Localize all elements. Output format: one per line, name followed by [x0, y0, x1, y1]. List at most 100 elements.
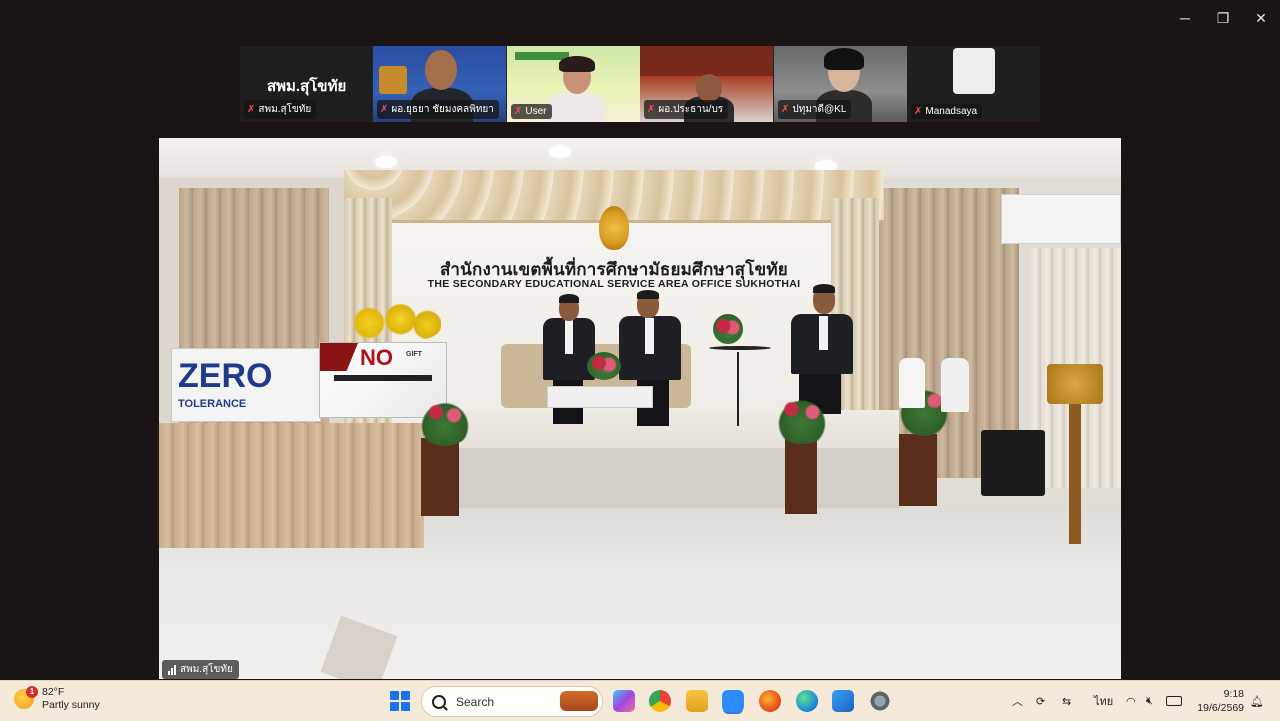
ceiling-light [549, 146, 571, 158]
banner-subtitle: GIFT [406, 351, 422, 358]
search-highlight-image [560, 691, 598, 711]
copilot-icon[interactable] [613, 690, 635, 712]
notification-bell-icon[interactable]: 🔔︎ [1250, 681, 1264, 721]
weather-text: 82°F Partly sunny [42, 686, 100, 712]
participant-label: ✗ สพม.สุโขทัย [244, 100, 317, 119]
edge-icon[interactable] [796, 690, 818, 712]
table-flowers [587, 352, 621, 380]
clock-date: 19/6/2569 [1197, 702, 1244, 714]
yellow-flowers [351, 304, 441, 342]
podium [1047, 364, 1103, 404]
weather-desc: Partly sunny [42, 699, 100, 711]
weather-widget[interactable]: 1 82°F Partly sunny [14, 686, 100, 712]
language-indicator[interactable]: ไทย [1094, 681, 1113, 721]
zero-tolerance-banner: ZERO TOLERANCE [171, 348, 321, 422]
restore-button[interactable]: ❐ [1204, 0, 1242, 36]
participant-tile[interactable]: ✗ ผอ.ประธาน/บร [640, 46, 773, 122]
battery-icon[interactable] [1166, 681, 1182, 721]
draped-table [159, 423, 424, 548]
weather-temp: 82°F [42, 686, 65, 698]
participant-face [696, 74, 722, 102]
air-conditioner [1001, 194, 1121, 244]
mic-off-icon: ✗ [514, 106, 523, 117]
video-label: สพม.สุโขทัย [162, 660, 239, 679]
participant-name: สพม.สุโขทัย [258, 104, 312, 115]
weather-icon: 1 [14, 686, 38, 709]
ceiling-light [375, 156, 397, 168]
podium-stand [1069, 404, 1081, 544]
clock[interactable]: 9:18 19/6/2569 [1197, 687, 1244, 715]
search-icon [432, 694, 446, 709]
avatar [953, 48, 995, 94]
participant-hair [824, 48, 864, 70]
flower-stand [785, 438, 817, 514]
participant-label: ✗ ผอ.ยุธยา ชัยมงคลพิทยา [377, 100, 499, 119]
chrome-icon[interactable] [649, 690, 671, 712]
window-controls: ─ ❐ ✕ [1166, 0, 1280, 36]
shelf-decoration [379, 66, 407, 94]
stage-front [459, 448, 899, 508]
flower-stand [421, 438, 459, 516]
volume-muted-icon[interactable]: 🔇︎ [1146, 681, 1153, 721]
main-video[interactable]: สำนักงานเขตพื้นที่การศึกษามัธยมศึกษาสุโข… [159, 138, 1121, 679]
notification-badge: 1 [26, 686, 38, 698]
banner-subtitle: TOLERANCE [178, 398, 247, 410]
background-wall [640, 46, 773, 76]
participant-hair [559, 56, 595, 72]
clock-time: 9:18 [1223, 688, 1244, 700]
participant-label: ✗ ผอ.ประธาน/บร [644, 100, 729, 119]
sync-icon[interactable]: ⟳ [1036, 681, 1045, 721]
flower-stand [899, 434, 937, 506]
banner-red-accent [320, 343, 358, 371]
close-button[interactable]: ✕ [1242, 0, 1280, 36]
coffee-table [547, 386, 653, 408]
file-explorer-icon[interactable] [686, 690, 708, 712]
participant-tile[interactable]: ✗ ผอ.ยุธยา ชัยมงคลพิทยา [373, 46, 506, 122]
language-text: ไทย [1094, 696, 1114, 708]
participant-label: ✗ User [511, 104, 552, 119]
taskbar: 1 82°F Partly sunny Search ︿ ⟳ ⇆ ไทย ◠ 🔇… [0, 680, 1280, 721]
banner-bar [334, 375, 432, 381]
participant-tile[interactable]: ✗ Manadsaya [907, 46, 1040, 122]
participant-figure [547, 92, 605, 122]
signal-icon [168, 664, 176, 675]
banner-title: ZERO [178, 357, 273, 395]
mic-off-icon: ✗ [247, 104, 256, 115]
search-placeholder: Search [456, 694, 495, 709]
emblem-icon [599, 206, 629, 250]
white-chair [941, 358, 969, 412]
participant-name: ผอ.ประธาน/บร [658, 104, 724, 115]
participant-label: ✗ Manadsaya [911, 104, 983, 119]
sign-english: THE SECONDARY EDUCATIONAL SERVICE AREA O… [427, 278, 801, 290]
participant-name: Manadsaya [925, 106, 978, 117]
participant-tile[interactable]: ✗ User [507, 46, 640, 122]
flower-arrangement [415, 390, 475, 446]
speaker-box [981, 430, 1045, 496]
wifi-icon[interactable]: ◠ [1126, 681, 1136, 721]
participant-name: ปทุมาดี@KL [792, 104, 847, 115]
mic-off-icon: ✗ [647, 104, 656, 115]
participant-name: User [525, 106, 547, 117]
search-box[interactable]: Search [421, 686, 603, 717]
participant-tile[interactable]: ✗ ปทุมาดี@KL [774, 46, 907, 122]
mic-off-icon: ✗ [914, 106, 923, 117]
active-speaker-name: สพม.สุโขทัย [267, 78, 347, 95]
participant-face [425, 50, 457, 90]
firefox-icon[interactable] [759, 690, 781, 712]
chevron-up-icon: ︿ [1012, 696, 1023, 708]
network-activity-icon[interactable]: ⇆ [1062, 681, 1071, 721]
show-hidden-icons[interactable]: ︿ [1012, 681, 1023, 721]
white-chair [899, 358, 925, 408]
side-table-flowers [713, 314, 743, 344]
mic-off-icon: ✗ [781, 104, 790, 115]
participant-label: ✗ ปทุมาดี@KL [778, 100, 852, 119]
zoom-icon[interactable] [722, 690, 744, 712]
settings-gear-icon[interactable] [869, 690, 891, 712]
participant-name: ผอ.ยุธยา ชัยมงคลพิทยา [391, 104, 494, 115]
side-table-top [709, 346, 771, 350]
snipping-tool-icon[interactable] [832, 690, 854, 712]
minimize-button[interactable]: ─ [1166, 0, 1204, 36]
side-table [737, 352, 739, 426]
banner-title: NO [360, 345, 393, 370]
start-button[interactable] [390, 691, 410, 711]
